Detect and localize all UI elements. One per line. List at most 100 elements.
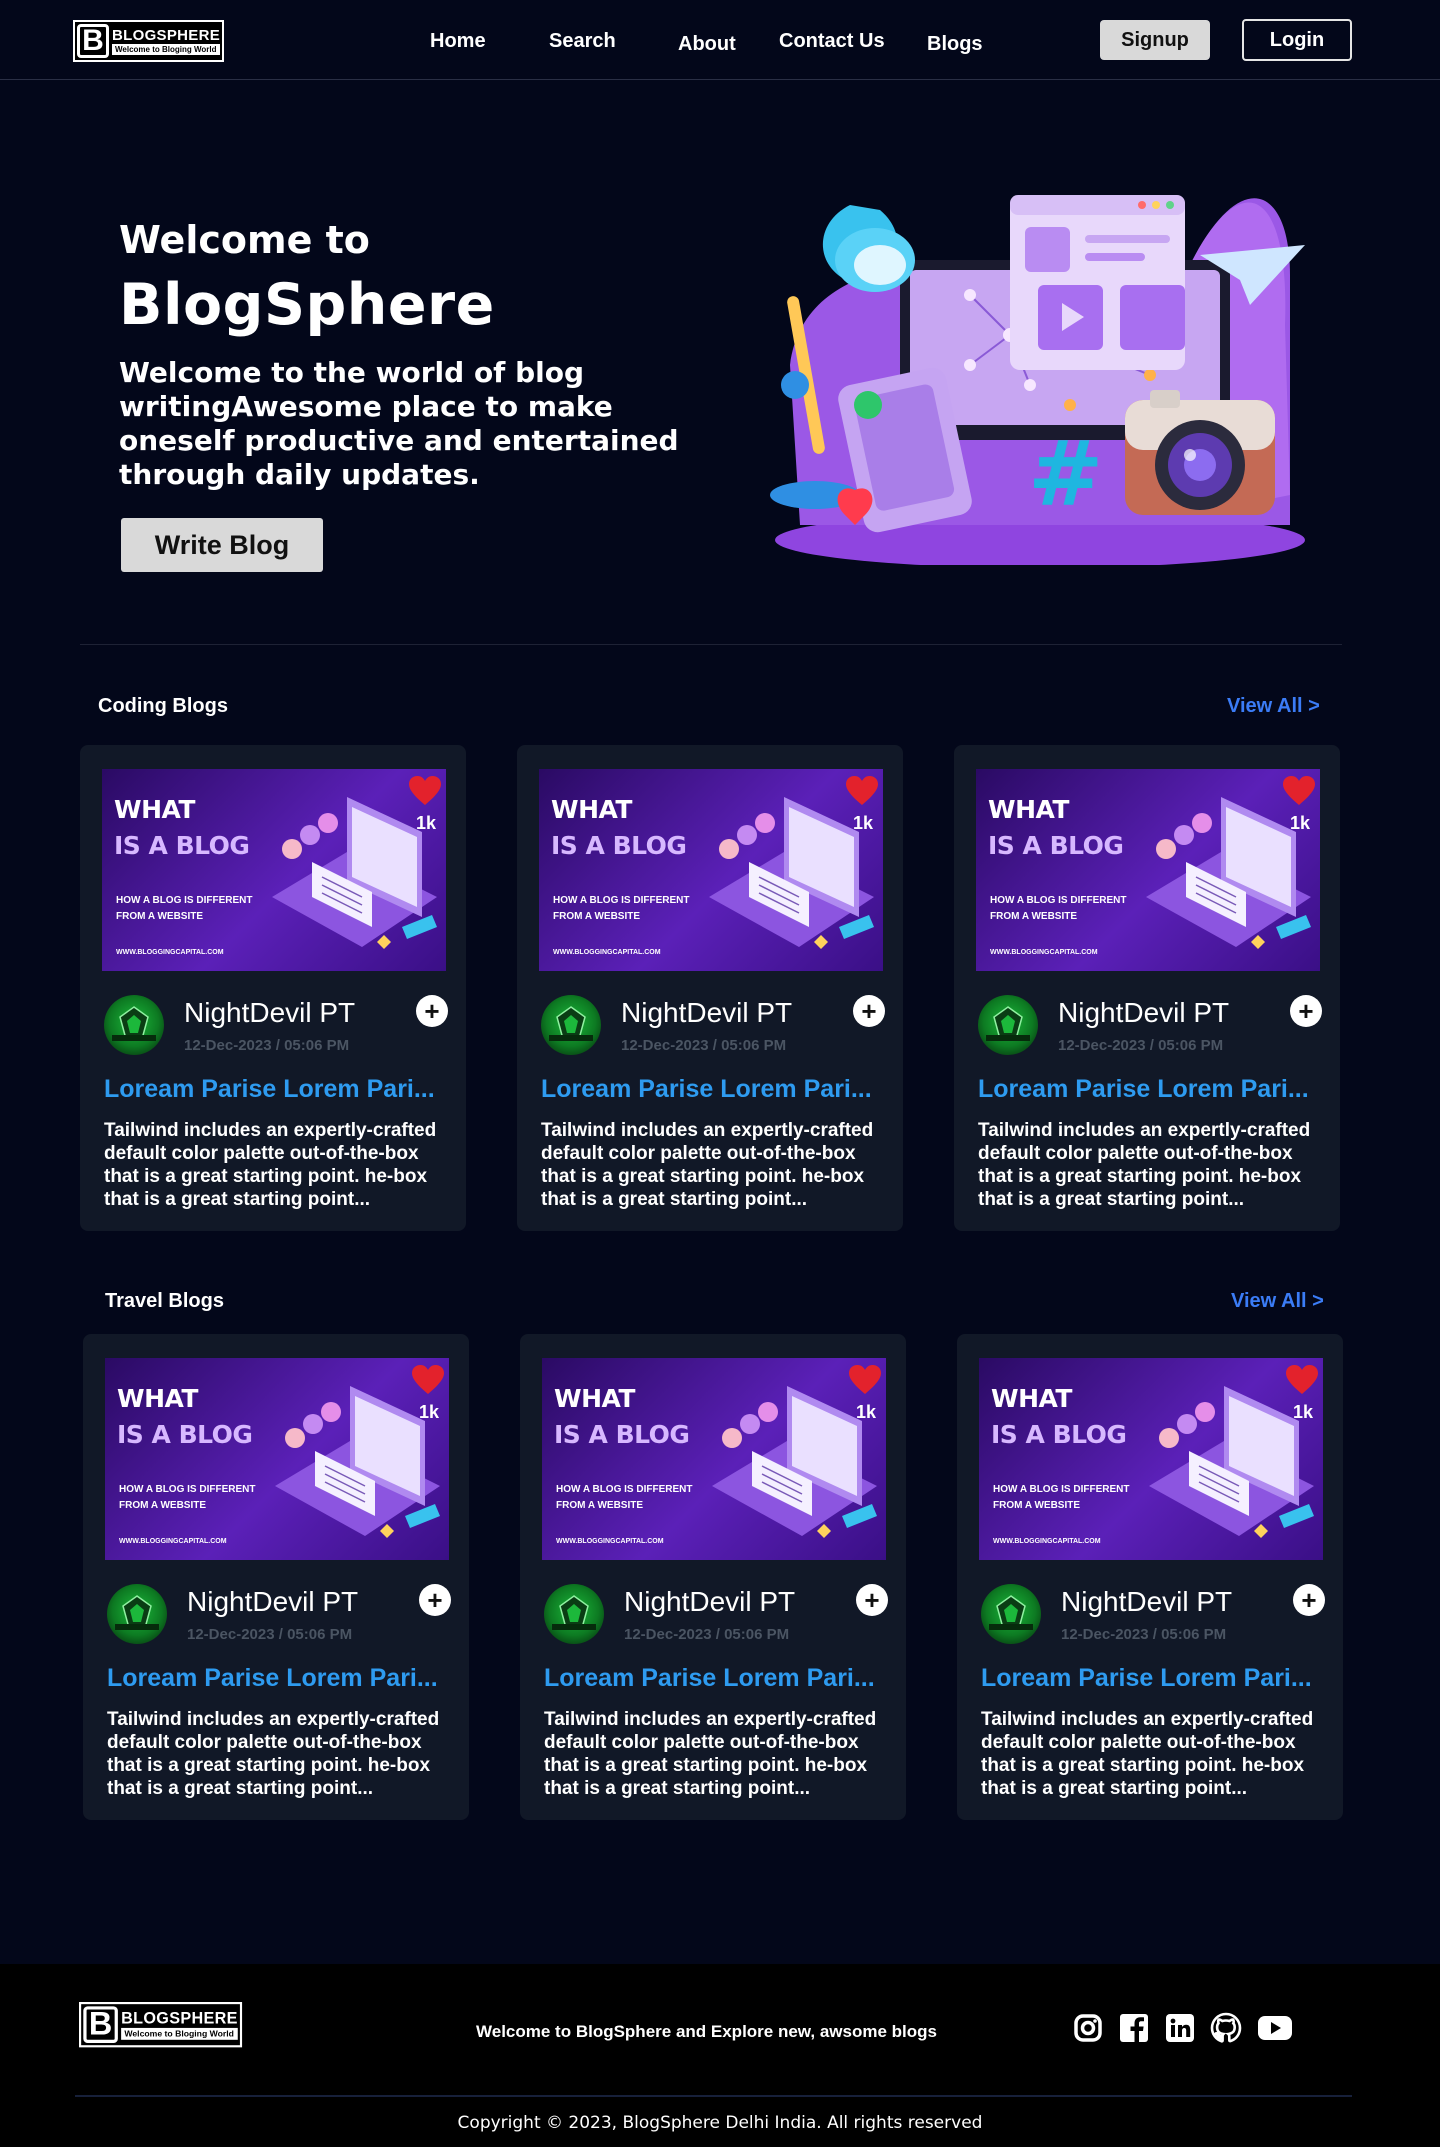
thumb-subtitle: HOW A BLOG IS DIFFERENT FROM A WEBSITE	[990, 895, 1127, 922]
write-blog-button[interactable]: Write Blog	[121, 518, 323, 572]
view-all-travel-link[interactable]: View All >	[1231, 1290, 1324, 1313]
logo-tagline: Welcome to Bloging World	[121, 2027, 238, 2040]
avatar-emblem-icon	[549, 1006, 593, 1041]
nav-link-blogs[interactable]: Blogs	[927, 33, 983, 56]
blog-card[interactable]: WHAT IS A BLOG HOW A BLOG IS DIFFERENT FRO…	[520, 1334, 906, 1820]
thumb-site: WWW.BLOGGINGCAPITAL.COM	[993, 1538, 1101, 1545]
heart-icon[interactable]	[1285, 1364, 1319, 1396]
nav-link-search[interactable]: Search	[549, 30, 616, 53]
blog-thumbnail[interactable]: WHAT IS A BLOG HOW A BLOG IS DIFFERENT FRO…	[105, 1358, 449, 1560]
post-date: 12-Dec-2023 / 05:06 PM	[624, 1626, 790, 1643]
heart-icon[interactable]	[848, 1364, 882, 1396]
follow-plus-button[interactable]: +	[853, 995, 885, 1027]
thumb-subtitle: HOW A BLOG IS DIFFERENT FROM A WEBSITE	[556, 1484, 693, 1511]
heart-icon[interactable]	[845, 775, 879, 807]
hero-illustration: #	[770, 195, 1305, 565]
hero-description: Welcome to the world of blog writingAwes…	[119, 356, 679, 491]
thumb-site: WWW.BLOGGINGCAPITAL.COM	[556, 1538, 664, 1545]
avatar-emblem-icon	[986, 1006, 1030, 1041]
author-name[interactable]: NightDevil PT	[1058, 997, 1229, 1029]
thumb-line1: WHAT	[988, 795, 1069, 824]
author-name[interactable]: NightDevil PT	[1061, 1586, 1232, 1618]
avatar[interactable]	[107, 1584, 167, 1644]
blog-thumbnail[interactable]: WHAT IS A BLOG HOW A BLOG IS DIFFERENT FRO…	[976, 769, 1320, 971]
footer-logo[interactable]: B BLOGSPHERE Welcome to Bloging World	[79, 2002, 243, 2048]
svg-text:#: #	[1028, 422, 1103, 527]
blog-excerpt: Tailwind includes an expertly-crafted de…	[104, 1120, 437, 1210]
login-button[interactable]: Login	[1242, 19, 1352, 61]
follow-plus-button[interactable]: +	[856, 1584, 888, 1616]
instagram-icon[interactable]	[1072, 2012, 1104, 2044]
follow-plus-button[interactable]: +	[419, 1584, 451, 1616]
follow-plus-button[interactable]: +	[1290, 995, 1322, 1027]
blog-title[interactable]: Loream Parise Lorem Pari...	[981, 1664, 1312, 1693]
thumb-subtitle: HOW A BLOG IS DIFFERENT FROM A WEBSITE	[119, 1484, 256, 1511]
avatar-emblem-icon	[989, 1595, 1033, 1630]
nav-link-about[interactable]: About	[678, 33, 736, 56]
site-logo[interactable]: B BLOGSPHERE Welcome to Bloging World	[73, 20, 225, 62]
thumb-line1: WHAT	[117, 1384, 198, 1413]
like-count: 1k	[1289, 813, 1310, 833]
avatar-emblem-icon	[115, 1595, 159, 1630]
linkedin-icon[interactable]	[1164, 2012, 1196, 2044]
blog-card[interactable]: WHAT IS A BLOG HOW A BLOG IS DIFFERENT FRO…	[954, 745, 1340, 1231]
view-all-coding-link[interactable]: View All >	[1227, 695, 1320, 718]
blog-excerpt: Tailwind includes an expertly-crafted de…	[978, 1120, 1311, 1210]
blog-title[interactable]: Loream Parise Lorem Pari...	[978, 1075, 1309, 1104]
avatar-emblem-icon	[552, 1595, 596, 1630]
author-name[interactable]: NightDevil PT	[184, 997, 355, 1029]
blog-thumbnail[interactable]: WHAT IS A BLOG HOW A BLOG IS DIFFERENT FRO…	[539, 769, 883, 971]
avatar[interactable]	[541, 995, 601, 1055]
avatar[interactable]	[104, 995, 164, 1055]
avatar[interactable]	[978, 995, 1038, 1055]
author-name[interactable]: NightDevil PT	[621, 997, 792, 1029]
blog-card[interactable]: WHAT IS A BLOG HOW A BLOG IS DIFFERENT FRO…	[517, 745, 903, 1231]
nav-link-contact[interactable]: Contact Us	[779, 30, 885, 53]
nav-link-home[interactable]: Home	[430, 30, 486, 53]
avatar[interactable]	[981, 1584, 1041, 1644]
blog-thumbnail[interactable]: WHAT IS A BLOG HOW A BLOG IS DIFFERENT FRO…	[102, 769, 446, 971]
blog-thumbnail[interactable]: WHAT IS A BLOG HOW A BLOG IS DIFFERENT FRO…	[979, 1358, 1323, 1560]
hero-title: BlogSphere	[119, 272, 495, 338]
github-icon[interactable]	[1210, 2012, 1242, 2044]
blog-card[interactable]: WHAT IS A BLOG HOW A BLOG IS DIFFERENT FRO…	[957, 1334, 1343, 1820]
blog-card[interactable]: WHAT IS A BLOG HOW A BLOG IS DIFFERENT FRO…	[80, 745, 466, 1231]
blog-title[interactable]: Loream Parise Lorem Pari...	[104, 1075, 435, 1104]
blog-title[interactable]: Loream Parise Lorem Pari...	[544, 1664, 875, 1693]
thumb-line2: IS A BLOG	[551, 831, 687, 860]
heart-icon[interactable]	[411, 1364, 445, 1396]
like-count: 1k	[415, 813, 436, 833]
blog-thumbnail[interactable]: WHAT IS A BLOG HOW A BLOG IS DIFFERENT FRO…	[542, 1358, 886, 1560]
blog-title[interactable]: Loream Parise Lorem Pari...	[541, 1075, 872, 1104]
blog-title[interactable]: Loream Parise Lorem Pari...	[107, 1664, 438, 1693]
hero-welcome: Welcome to	[119, 218, 370, 262]
thumb-subtitle: HOW A BLOG IS DIFFERENT FROM A WEBSITE	[553, 895, 690, 922]
thumb-site: WWW.BLOGGINGCAPITAL.COM	[119, 1538, 227, 1545]
logo-b-icon: B	[77, 24, 109, 58]
copyright-text: Copyright © 2023, BlogSphere Delhi India…	[457, 2113, 983, 2133]
facebook-icon[interactable]	[1118, 2012, 1150, 2044]
signup-button[interactable]: Signup	[1100, 20, 1210, 60]
logo-brand: BLOGSPHERE	[121, 2009, 238, 2028]
heart-icon[interactable]	[1282, 775, 1316, 807]
hero-divider	[80, 644, 1342, 645]
thumb-site: WWW.BLOGGINGCAPITAL.COM	[553, 949, 661, 956]
thumb-line2: IS A BLOG	[991, 1420, 1127, 1449]
blog-excerpt: Tailwind includes an expertly-crafted de…	[981, 1709, 1314, 1799]
thumb-line1: WHAT	[114, 795, 195, 824]
heart-icon[interactable]	[408, 775, 442, 807]
like-count: 1k	[855, 1402, 876, 1422]
follow-plus-button[interactable]: +	[1293, 1584, 1325, 1616]
blog-card[interactable]: WHAT IS A BLOG HOW A BLOG IS DIFFERENT FRO…	[83, 1334, 469, 1820]
thumb-line2: IS A BLOG	[554, 1420, 690, 1449]
post-date: 12-Dec-2023 / 05:06 PM	[1061, 1626, 1227, 1643]
author-name[interactable]: NightDevil PT	[624, 1586, 795, 1618]
section-title-travel: Travel Blogs	[105, 1290, 224, 1312]
top-navbar: B BLOGSPHERE Welcome to Bloging World Ho…	[0, 0, 1440, 80]
youtube-icon[interactable]	[1256, 2012, 1294, 2044]
follow-plus-button[interactable]: +	[416, 995, 448, 1027]
post-date: 12-Dec-2023 / 05:06 PM	[621, 1037, 787, 1054]
avatar[interactable]	[544, 1584, 604, 1644]
thumb-line2: IS A BLOG	[988, 831, 1124, 860]
author-name[interactable]: NightDevil PT	[187, 1586, 358, 1618]
